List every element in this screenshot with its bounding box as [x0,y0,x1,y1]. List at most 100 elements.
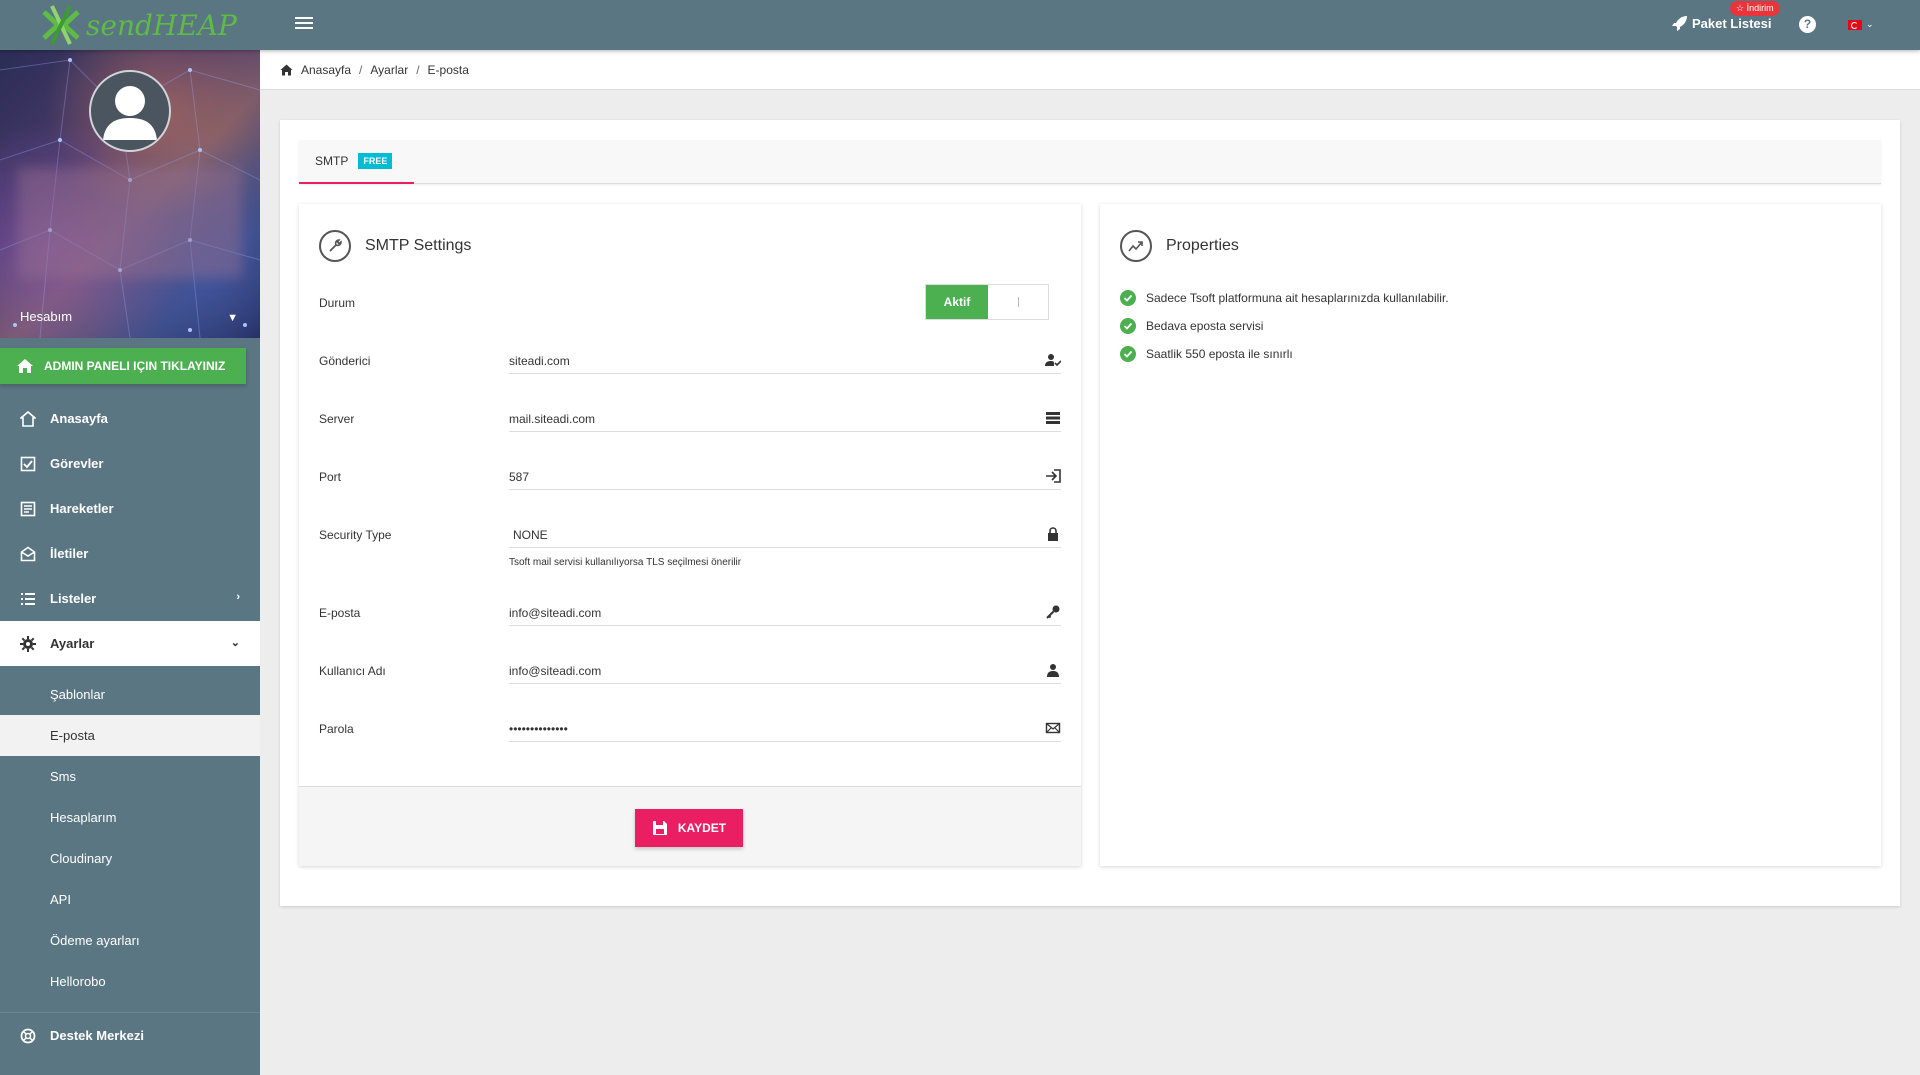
breadcrumb-separator: / [416,62,420,77]
server-icon [1046,412,1060,424]
sidebar-item-label: Destek Merkezi [50,1028,144,1043]
breadcrumb: Anasayfa / Ayarlar / E-posta [260,50,1920,90]
security-type-value: NONE [513,528,548,542]
settings-submenu: Şablonlar E-posta Sms Hesaplarım Cloudin… [0,666,260,1002]
home-icon [20,410,36,427]
key-icon [1046,605,1060,619]
breadcrumb-ayarlar[interactable]: Ayarlar [370,63,408,77]
sender-field[interactable]: siteadi.com [509,350,1061,374]
menu-toggle-icon[interactable] [295,17,313,31]
sidebar-item-iletiler[interactable]: İletiler [0,531,260,576]
server-value: mail.siteadi.com [509,412,596,426]
save-button[interactable]: KAYDET [635,809,743,847]
sidebar-item-label: İletiler [50,546,89,561]
chevron-down-icon[interactable]: ▼ [227,312,238,324]
properties-list: Sadece Tsoft platformuna ait hesaplarını… [1120,284,1449,368]
sidebar-subitem-hellorobo[interactable]: Hellorobo [0,961,260,1002]
admin-panel-label: ADMIN PANELI IÇIN TIKLAYINIZ [44,359,226,373]
username-label: Kullanıcı Adı [319,664,386,678]
sidebar-subitem-odeme-ayarlari[interactable]: Ödeme ayarları [0,920,260,961]
sign-in-icon [1046,469,1061,483]
breadcrumb-home[interactable]: Anasayfa [301,63,351,77]
help-icon[interactable]: ? [1799,16,1816,33]
status-toggle[interactable]: Aktif [925,284,1049,320]
messages-icon [20,546,36,561]
activity-icon [20,501,36,516]
top-bar: sendHEAP Paket Listesi ☆ İndirim ? ⌄ [0,0,1920,50]
tab-smtp[interactable]: SMTP FREE [299,140,414,184]
property-text: Bedava eposta servisi [1146,319,1264,333]
password-field[interactable]: •••••••••••••• [509,718,1061,742]
package-list-label: Paket Listesi [1692,15,1772,31]
sidebar-item-hareketler[interactable]: Hareketler [0,486,260,531]
logo[interactable]: sendHEAP [38,2,237,48]
sidebar-item-ayarlar[interactable]: Ayarlar ⌄ [0,621,260,666]
language-selector[interactable]: ⌄ [1848,19,1874,30]
sidebar-subitem-api[interactable]: API [0,879,260,920]
sender-value: siteadi.com [509,354,570,368]
check-circle-icon [1120,346,1136,362]
property-text: Sadece Tsoft platformuna ait hesaplarını… [1146,291,1449,305]
sidebar-subitem-hesaplarim[interactable]: Hesaplarım [0,797,260,838]
list-icon [21,592,35,605]
sidebar-item-label: Görevler [50,456,104,471]
user-check-icon [1045,354,1061,367]
logo-mark-icon [42,5,80,45]
sidebar-item-destek-merkezi[interactable]: Destek Merkezi [0,1013,260,1058]
port-field[interactable]: 587 [509,466,1061,490]
smtp-settings-header: SMTP Settings [319,230,471,262]
status-off-option [988,285,1048,319]
smtp-settings-title: SMTP Settings [365,237,472,254]
sidebar-item-label: Listeler [50,591,97,606]
status-label: Durum [319,296,356,310]
sidebar-subitem-sms[interactable]: Sms [0,756,260,797]
sidebar: Hesabım ▼ ADMIN PANELI IÇIN TIKLAYINIZ A… [0,50,260,1075]
email-field[interactable]: info@siteadi.com [509,602,1061,626]
package-list-link[interactable]: Paket Listesi [1672,15,1772,31]
breadcrumb-separator: / [359,62,363,77]
security-type-select[interactable]: NONE [509,524,1061,548]
wrench-icon [319,230,351,262]
sidebar-subitem-eposta[interactable]: E-posta [0,715,260,756]
sender-label: Gönderici [319,354,371,368]
trend-icon [1120,230,1152,262]
username-value: info@siteadi.com [509,664,602,678]
logo-text: sendHEAP [86,8,237,42]
sidebar-subitem-sablonlar[interactable]: Şablonlar [0,674,260,715]
properties-panel: Properties Sadece Tsoft platformuna ait … [1100,204,1881,866]
breadcrumb-eposta: E-posta [427,62,469,77]
lock-icon [1048,527,1058,541]
port-label: Port [319,470,342,484]
chevron-right-icon: › [236,591,240,603]
sidebar-item-label: Ayarlar [50,636,95,651]
server-label: Server [319,412,355,426]
avatar[interactable] [89,70,171,152]
free-badge: FREE [358,153,393,169]
discount-badge[interactable]: ☆ İndirim [1730,1,1780,16]
sidebar-item-listeler[interactable]: Listeler › [0,576,260,621]
list-item: Sadece Tsoft platformuna ait hesaplarını… [1120,284,1449,312]
save-button-label: KAYDET [677,821,727,835]
properties-title: Properties [1166,237,1239,254]
floppy-disk-icon [652,821,667,835]
sidebar-item-anasayfa[interactable]: Anasayfa [0,396,260,441]
turkey-flag-icon [1848,19,1862,30]
profile-blur-overlay [18,168,242,278]
email-value: info@siteadi.com [509,606,602,620]
smtp-panel-footer: KAYDET [299,786,1081,866]
smtp-settings-panel: SMTP Settings Durum Aktif Gönderici site… [299,204,1081,866]
sidebar-menu: Anasayfa Görevler Hareketler İletiler Li… [0,396,260,1058]
user-avatar-icon [103,86,157,140]
sidebar-item-gorevler[interactable]: Görevler [0,441,260,486]
account-label[interactable]: Hesabım [20,309,72,324]
rocket-icon [1672,16,1687,31]
user-icon [1047,664,1059,677]
sidebar-item-label: Anasayfa [50,411,108,426]
sidebar-subitem-cloudinary[interactable]: Cloudinary [0,838,260,879]
server-field[interactable]: mail.siteadi.com [509,408,1061,432]
home-icon [17,359,33,373]
list-item: Saatlik 550 eposta ile sınırlı [1120,340,1449,368]
sidebar-item-label: Hareketler [50,501,114,516]
admin-panel-button[interactable]: ADMIN PANELI IÇIN TIKLAYINIZ [0,348,246,384]
username-field[interactable]: info@siteadi.com [509,660,1061,684]
